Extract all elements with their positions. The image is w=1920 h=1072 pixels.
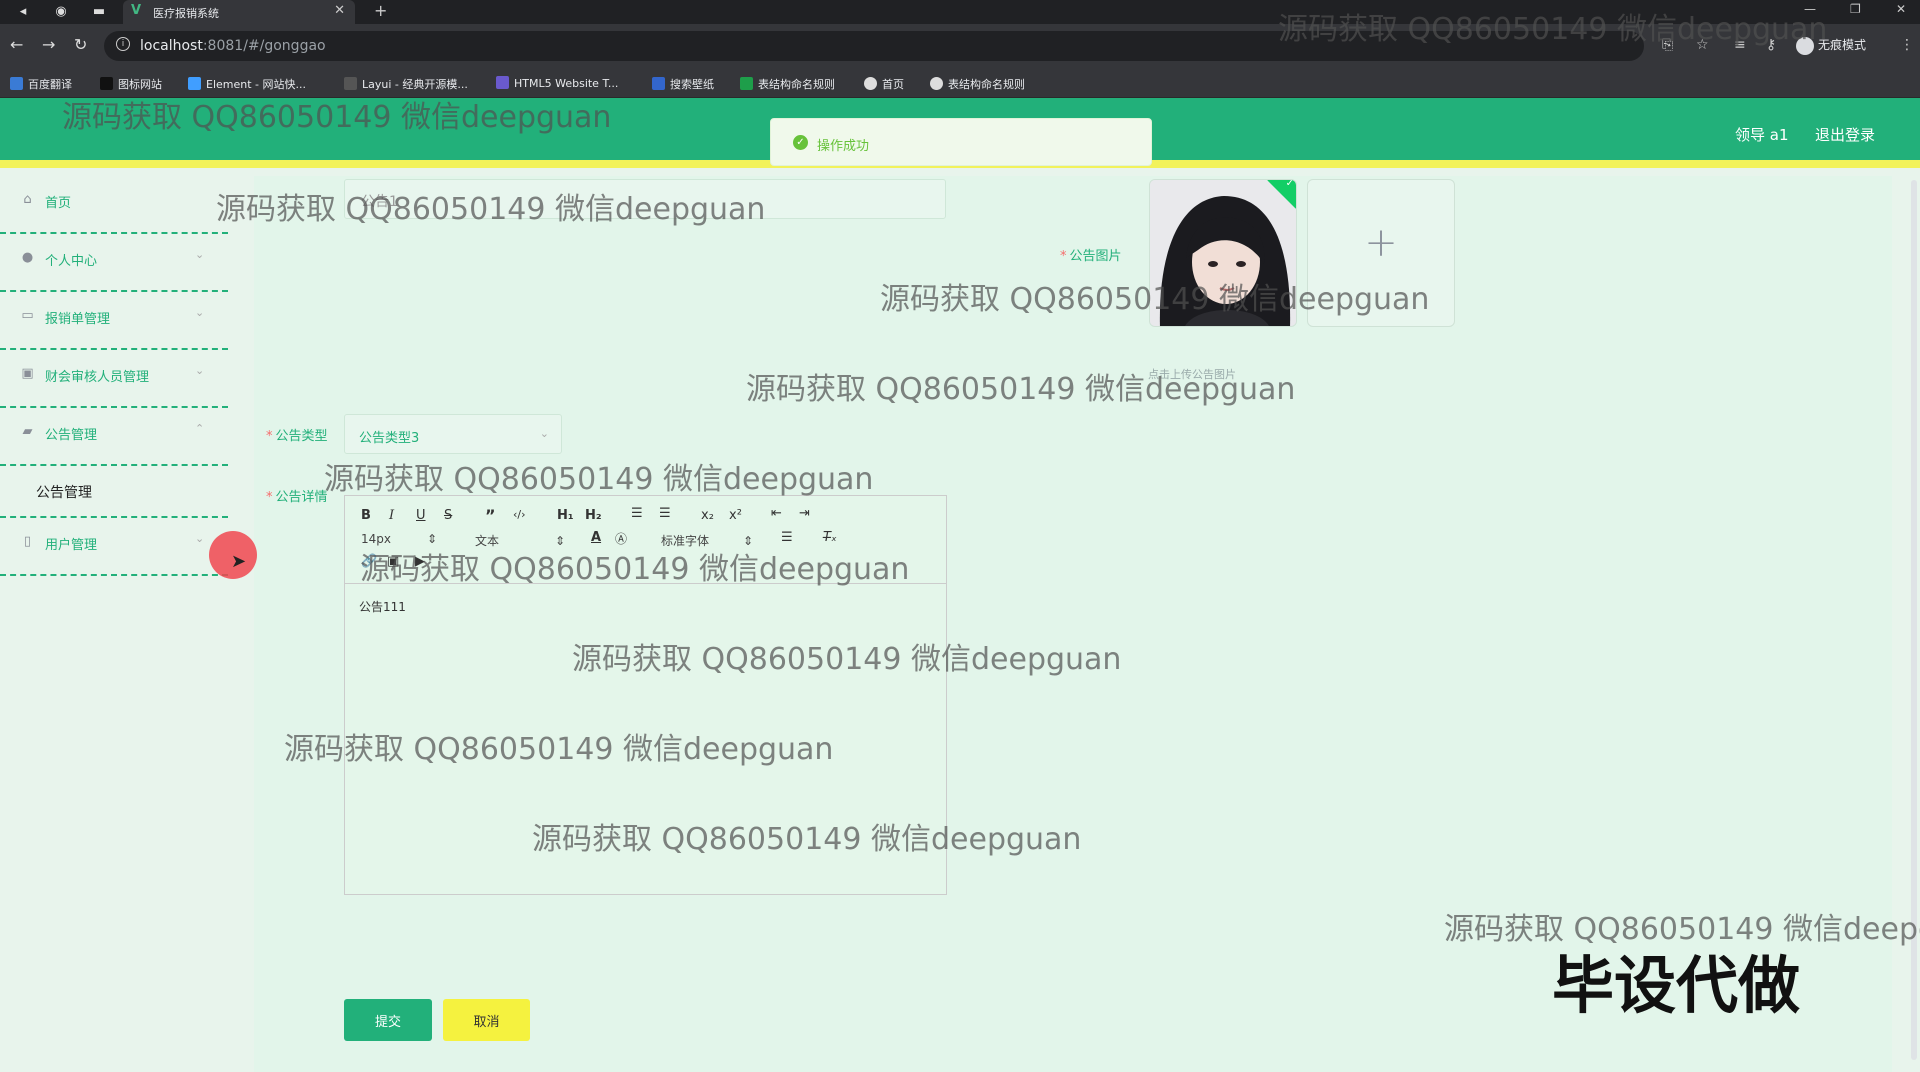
watermark: 源码获取 QQ86050149 微信deepguan [360,552,910,587]
code-icon[interactable]: ‹/› [513,508,526,521]
stamp-watermark: 毕设代做 [1552,949,1801,1022]
logout-button[interactable]: 退出登录 [1815,124,1875,145]
cancel-button[interactable]: 取消 [443,999,530,1041]
sidebar-item-label: 个人中心 [45,254,98,269]
sidebar-item-home[interactable]: ⌂ 首页 [0,176,228,234]
strike-icon[interactable]: S [444,508,452,523]
ordered-list-icon[interactable]: ☰ [631,506,643,521]
success-toast: ✓ 操作成功 [770,118,1152,166]
success-check-icon: ✓ [793,135,808,150]
chevron-down-icon: ⌄ [195,532,205,545]
watermark: 源码获取 QQ86050149 微信deepguan [880,282,1430,317]
bookmark-item[interactable]: 图标网站 [100,76,162,92]
align-icon[interactable]: ☰ [781,530,793,545]
forward-icon[interactable]: → [42,35,55,54]
bullet-list-icon[interactable]: ☰ [659,506,671,521]
sidebar-item-profile[interactable]: ● 个人中心 ⌄ [0,234,228,292]
watermark: 源码获取 QQ86050149 微信deepguan [572,642,1122,677]
sidebar-item-label: 财会审核人员管理 [45,370,150,385]
back-icon[interactable]: ← [10,35,23,54]
restore-icon[interactable]: ❐ [1850,2,1861,16]
sidebar: ⌂ 首页 ● 个人中心 ⌄ ▭ 报销单管理 ⌄ ▣ 财会审核人员管理 ⌄ ▰ 公… [0,176,230,1072]
bookmark-item[interactable]: Element - 网站快... [188,76,306,92]
sidebar-item-auditors[interactable]: ▣ 财会审核人员管理 ⌄ [0,350,228,408]
edit-icon: ▣ [21,366,34,381]
chevron-down-icon: ⌄ [195,306,205,319]
image-label: * 公告图片 [1060,249,1122,264]
submenu-label: 公告管理 [36,485,92,501]
window-close-icon[interactable]: ✕ [1896,2,1906,16]
chevron-up-icon: ⌃ [195,422,205,435]
mouse-cursor-icon: ➤ [231,551,247,572]
tab-title: 医疗报销系统 [153,7,219,20]
watermark: 源码获取 QQ86050149 微信deepguan [62,100,612,135]
audio-icon[interactable]: ◂ [14,3,32,21]
watermark: 源码获取 QQ86050149 微信deepguan [284,732,834,767]
underline-icon[interactable]: U [416,508,426,523]
sidebar-item-announcements[interactable]: ▰ 公告管理 ⌃ [0,408,228,466]
plus-icon: + [1364,220,1398,266]
h2-icon[interactable]: H₂ [585,508,602,523]
current-user: 领导 a1 [1735,126,1789,144]
site-info-icon[interactable]: i [116,37,130,51]
message-icon: ▰ [22,424,33,439]
phone-icon: ▯ [23,534,32,549]
browser-menu-icon[interactable]: ⋮ [1900,37,1914,53]
chevron-down-icon: ⌄ [195,364,205,377]
url-path: :8081/#/gonggao [202,38,326,54]
indent-icon[interactable]: ⇥ [799,506,810,521]
bookmark-item[interactable]: HTML5 Website T... [496,76,618,90]
bookmark-item[interactable]: Layui - 经典开源模... [344,76,468,92]
type-select[interactable]: 公告类型3 ⌄ [344,414,562,454]
bold-icon[interactable]: B [361,508,371,523]
browser-icon[interactable]: ◉ [52,3,70,21]
chat-icon: ▭ [21,308,34,323]
chevron-down-icon: ⌄ [539,427,549,440]
watermark: 源码获取 QQ86050149 微信deepguan [324,462,874,497]
sidebar-item-label: 用户管理 [45,538,98,553]
watermark: 源码获取 QQ86050149 微信deepguan [532,822,1082,857]
window-icon[interactable]: ▬ [90,3,108,21]
italic-icon[interactable]: I [389,508,394,523]
watermark: 源码获取 QQ86050149 微信deepguan [1278,12,1828,47]
sidebar-item-reimbursement[interactable]: ▭ 报销单管理 ⌄ [0,292,228,350]
vue-icon: V [131,3,142,18]
bookmark-item[interactable]: 表结构命名规则 [930,76,1025,92]
quote-icon[interactable]: ” [485,506,496,525]
bookmark-item[interactable]: 首页 [864,76,904,92]
subscript-icon[interactable]: x₂ [701,508,714,523]
url-host: localhost [140,38,203,54]
browser-tab[interactable]: V 医疗报销系统 ✕ [123,0,355,24]
bookmark-item[interactable]: 表结构命名规则 [740,76,835,92]
sidebar-item-label: 报销单管理 [45,312,111,327]
clear-format-icon[interactable]: T̶ₓ [823,530,837,545]
type-label: * 公告类型 [266,429,328,444]
user-icon: ● [21,250,34,265]
bookmark-item[interactable]: 百度翻译 [10,76,72,92]
detail-label: * 公告详情 [266,490,328,505]
h1-icon[interactable]: H₁ [557,508,574,523]
submit-button[interactable]: 提交 [344,999,432,1041]
toast-message: 操作成功 [817,139,870,154]
sidebar-item-users[interactable]: ▯ 用户管理 ⌄ [0,518,228,576]
font-color-icon[interactable]: A [591,530,601,545]
new-tab-icon[interactable]: + [374,1,387,20]
home-icon: ⌂ [23,192,32,207]
type-select-value: 公告类型3 [359,431,420,446]
bookmark-item[interactable]: 搜索壁纸 [652,76,714,92]
editor-content: 公告111 [359,600,406,614]
superscript-icon[interactable]: x² [729,508,742,523]
outdent-icon[interactable]: ⇤ [771,506,782,521]
sidebar-item-label: 公告管理 [45,428,98,443]
tab-close-icon[interactable]: ✕ [334,3,345,18]
sidebar-item-label: 首页 [45,196,72,211]
submenu-announcement-manage[interactable]: 公告管理 [0,466,228,518]
reload-icon[interactable]: ↻ [74,35,87,54]
watermark: 源码获取 QQ86050149 微信deepguan [216,192,766,227]
watermark: 源码获取 QQ86050149 微信deepguan [746,372,1296,407]
chevron-down-icon: ⌄ [195,248,205,261]
